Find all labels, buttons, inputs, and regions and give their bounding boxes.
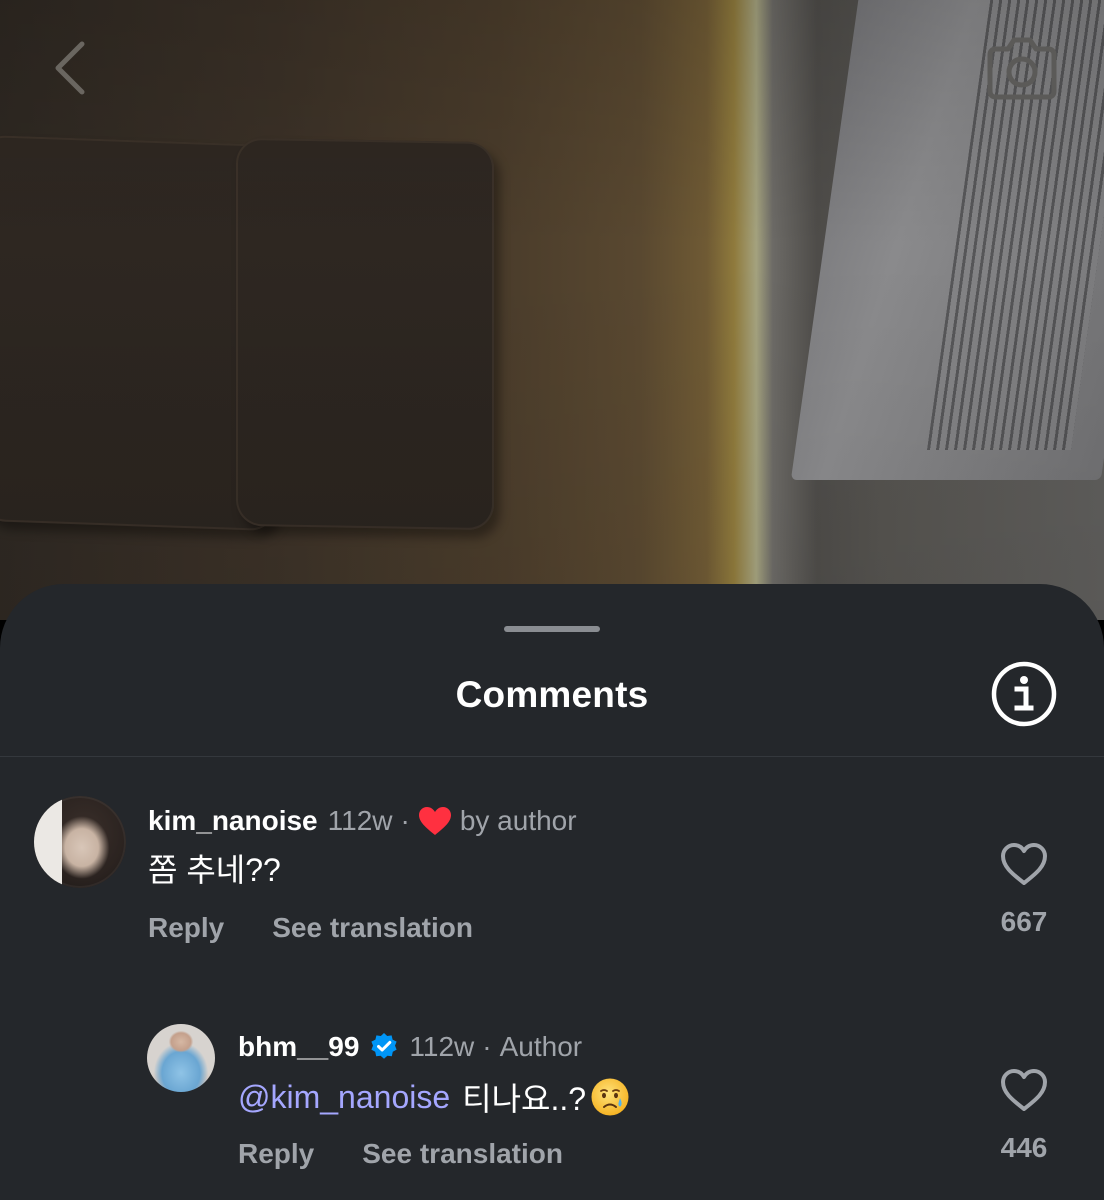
like-count: 667 (1000, 906, 1048, 937)
see-translation-button[interactable]: See translation (272, 912, 473, 944)
back-button[interactable] (40, 36, 100, 100)
comment-text: 쫌 추네?? (148, 846, 281, 890)
camera-button[interactable] (984, 32, 1060, 104)
author-label: Author (499, 1031, 583, 1062)
screen: Comments kim_nanoise 112w · by author 쫌 (0, 0, 1104, 1200)
info-button[interactable] (990, 660, 1058, 728)
comment-username[interactable]: kim_nanoise (148, 805, 318, 837)
comment-meta: bhm__99 112w · Author (238, 1028, 582, 1066)
comment-actions: Reply See translation (148, 908, 473, 948)
camera-icon (987, 37, 1057, 100)
light-switch-left (0, 134, 276, 532)
chevron-left-icon (55, 41, 85, 95)
comment-time: 112w (327, 805, 393, 836)
sheet-divider (0, 756, 1104, 757)
post-photo (0, 0, 1104, 620)
verified-badge-icon (369, 1032, 399, 1062)
liked-by-author-heart-icon (418, 806, 452, 836)
comment-item: kim_nanoise 112w · by author 쫌 추네?? Repl… (0, 794, 1104, 984)
see-translation-button[interactable]: See translation (362, 1138, 563, 1170)
reply-button[interactable]: Reply (238, 1138, 314, 1170)
heart-outline-icon (1001, 843, 1047, 885)
comment-body: 티나요..? (462, 1081, 587, 1117)
like-count: 446 (1000, 1132, 1048, 1163)
comment-actions: Reply See translation (238, 1134, 563, 1174)
comment-item-reply: bhm__99 112w · Author @kim_nanoise 티나요..… (0, 1020, 1104, 1200)
like-button[interactable] (994, 836, 1054, 892)
meta-separator: · (482, 1031, 492, 1062)
mention-link[interactable]: @kim_nanoise (238, 1079, 450, 1116)
avatar[interactable] (34, 796, 126, 888)
avatar[interactable] (147, 1024, 215, 1092)
like-column: 667 (994, 836, 1054, 938)
sheet-grabber[interactable] (504, 626, 600, 632)
crying-face-icon (590, 1077, 630, 1117)
heart-outline-icon (1001, 1069, 1047, 1111)
info-icon (991, 661, 1057, 727)
comment-time: 112w (409, 1031, 475, 1062)
sheet-title: Comments (455, 674, 649, 715)
comment-meta: kim_nanoise 112w · by author (148, 802, 577, 840)
light-switch-right (236, 137, 494, 531)
comment-text: @kim_nanoise 티나요..? (238, 1074, 630, 1120)
reply-button[interactable]: Reply (148, 912, 224, 944)
meta-separator: · (400, 805, 410, 836)
comment-body: 쫌 추네?? (148, 852, 281, 888)
like-column: 446 (994, 1062, 1054, 1164)
liked-by-author-label: by author (459, 805, 577, 836)
comment-username[interactable]: bhm__99 (238, 1031, 359, 1063)
like-button[interactable] (994, 1062, 1054, 1118)
